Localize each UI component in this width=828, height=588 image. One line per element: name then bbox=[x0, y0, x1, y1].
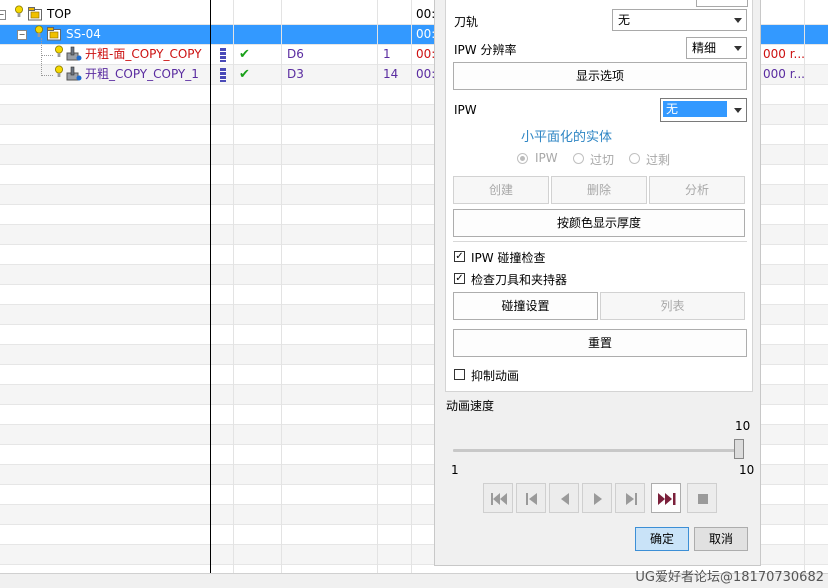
play-icon bbox=[594, 493, 602, 505]
column-divider[interactable] bbox=[210, 0, 211, 573]
lightbulb-icon bbox=[15, 5, 23, 24]
collision-settings-button[interactable]: 碰撞设置 bbox=[453, 292, 598, 320]
speed-min-label: 1 bbox=[451, 463, 459, 477]
operation-name: 开粗_COPY_COPY_1 bbox=[85, 67, 199, 81]
facet-solid-title: 小平面化的实体 bbox=[521, 130, 613, 145]
delete-button[interactable]: 删除 bbox=[551, 176, 647, 204]
lightbulb-icon bbox=[55, 65, 63, 84]
play-reverse-icon bbox=[561, 493, 569, 505]
check-tool-holder-checkbox[interactable]: ✓ bbox=[454, 273, 465, 284]
tool-cell: D6 bbox=[287, 47, 304, 61]
watermark: UG爱好者论坛@18170730682 bbox=[635, 570, 824, 585]
last-frame-icon bbox=[658, 493, 676, 505]
column-divider[interactable] bbox=[377, 0, 378, 573]
check-tool-holder-label: 检查刀具和夹持器 bbox=[471, 273, 568, 287]
tool-path-value: 无 bbox=[618, 13, 631, 27]
chevron-down-icon bbox=[734, 46, 742, 51]
ipw-value: 无 bbox=[663, 101, 727, 117]
first-frame-button[interactable] bbox=[483, 483, 513, 513]
radio-residual[interactable] bbox=[629, 153, 640, 164]
column-divider[interactable] bbox=[233, 0, 234, 573]
column-divider[interactable] bbox=[411, 0, 412, 573]
reset-button[interactable]: 重置 bbox=[453, 329, 747, 357]
chevron-down-icon bbox=[734, 18, 742, 23]
create-button[interactable]: 创建 bbox=[453, 176, 549, 204]
play-reverse-button[interactable] bbox=[549, 483, 579, 513]
animation-speed-label: 动画速度 bbox=[446, 399, 495, 413]
checkmark-icon: ✔ bbox=[239, 47, 250, 62]
time-cell: 00: bbox=[416, 7, 436, 21]
speed-max-label: 10 bbox=[739, 463, 755, 477]
ipw-collision-checkbox[interactable]: ✓ bbox=[454, 251, 465, 262]
lightbulb-icon bbox=[55, 45, 63, 64]
tool-path-dropdown[interactable]: 无 bbox=[612, 9, 747, 31]
program-name: TOP bbox=[47, 7, 72, 21]
radio-overcut[interactable] bbox=[573, 153, 584, 164]
tree-connector bbox=[41, 38, 42, 76]
operation-mill-icon bbox=[66, 46, 82, 65]
stop-icon bbox=[698, 494, 708, 504]
separator bbox=[453, 241, 747, 242]
radio-residual-label: 过剩 bbox=[646, 153, 671, 167]
play-button[interactable] bbox=[582, 483, 612, 513]
column-divider[interactable] bbox=[804, 0, 805, 573]
column-divider[interactable] bbox=[281, 0, 282, 573]
chevron-down-icon bbox=[734, 108, 742, 113]
display-options-button[interactable]: 显示选项 bbox=[453, 62, 747, 90]
tool-icon bbox=[219, 68, 227, 87]
minus-expander-icon[interactable]: − bbox=[0, 10, 6, 20]
program-group-icon bbox=[28, 7, 43, 26]
suppress-animation-checkbox[interactable] bbox=[454, 369, 465, 380]
feed-cell: 000 r... bbox=[763, 47, 805, 61]
time-cell: 00: bbox=[416, 27, 436, 41]
operation-name: 开粗-面_COPY_COPY bbox=[85, 47, 202, 61]
thickness-by-color-button[interactable]: 按颜色显示厚度 bbox=[453, 209, 745, 237]
program-group-icon bbox=[47, 27, 62, 46]
minus-expander-icon[interactable]: − bbox=[17, 30, 27, 40]
tool-cell: D3 bbox=[287, 67, 304, 81]
first-frame-icon bbox=[491, 493, 507, 505]
slider-thumb[interactable] bbox=[734, 439, 744, 459]
feed-cell: 000 r... bbox=[763, 67, 805, 81]
last-frame-button[interactable] bbox=[651, 483, 681, 513]
tool-path-label: 刀轨 bbox=[454, 15, 479, 29]
ipw-resolution-dropdown[interactable]: 精细 bbox=[686, 37, 747, 59]
analyze-button[interactable]: 分析 bbox=[649, 176, 745, 204]
cancel-button[interactable]: 取消 bbox=[694, 527, 748, 551]
tree-connector bbox=[41, 55, 53, 56]
ipw-label: IPW bbox=[454, 103, 477, 117]
simulation-control-dialog: 刀轨 无 IPW 分辨率 精细 显示选项 IPW 无 小平面化的实体 IPW 过… bbox=[434, 0, 761, 566]
settings-group: 刀轨 无 IPW 分辨率 精细 显示选项 IPW 无 小平面化的实体 IPW 过… bbox=[445, 0, 753, 392]
ipw-collision-label: IPW 碰撞检查 bbox=[471, 251, 546, 265]
number-cell: 14 bbox=[383, 67, 399, 81]
radio-overcut-label: 过切 bbox=[590, 153, 615, 167]
suppress-animation-label: 抑制动画 bbox=[471, 369, 520, 383]
number-cell: 1 bbox=[383, 47, 391, 61]
step-forward-icon bbox=[626, 493, 637, 505]
checkmark-icon: ✔ bbox=[239, 67, 250, 82]
radio-ipw[interactable] bbox=[517, 153, 528, 164]
animation-speed-slider[interactable] bbox=[453, 449, 739, 452]
list-button[interactable]: 列表 bbox=[600, 292, 745, 320]
speed-current-value: 10 bbox=[735, 419, 751, 433]
program-name: SS-04 bbox=[66, 27, 101, 41]
ok-button[interactable]: 确定 bbox=[635, 527, 689, 551]
step-forward-button[interactable] bbox=[615, 483, 645, 513]
step-back-icon bbox=[526, 493, 537, 505]
stop-button[interactable] bbox=[687, 483, 717, 513]
ipw-resolution-label: IPW 分辨率 bbox=[454, 43, 517, 57]
radio-ipw-label: IPW bbox=[535, 151, 558, 165]
ipw-resolution-value: 精细 bbox=[692, 41, 717, 55]
partial-field[interactable] bbox=[696, 0, 748, 7]
step-back-button[interactable] bbox=[516, 483, 546, 513]
operation-mill-icon bbox=[66, 66, 82, 85]
ipw-dropdown[interactable]: 无 bbox=[660, 98, 747, 122]
tree-connector bbox=[41, 75, 53, 76]
